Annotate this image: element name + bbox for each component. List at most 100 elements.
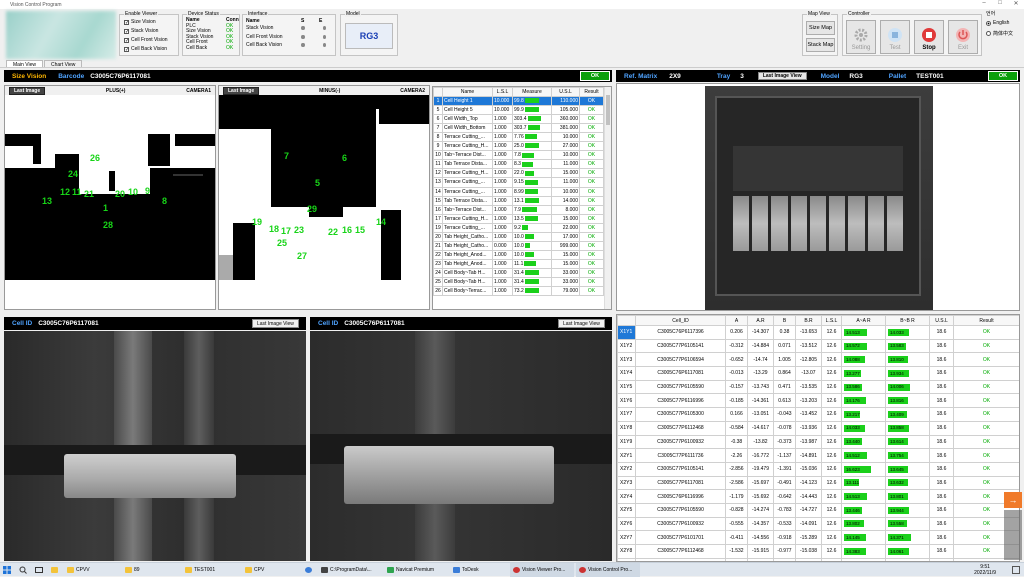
stack-last-image-button[interactable]: Last Image View bbox=[758, 72, 807, 80]
measure-row[interactable]: 8Terrace Cutting_...1.0007.7610.000OK bbox=[434, 133, 604, 142]
enable-size-vision-checkbox[interactable]: ✓Size Vision bbox=[124, 18, 178, 27]
start-button[interactable] bbox=[0, 563, 14, 577]
cell-b: 1.005 bbox=[774, 353, 796, 367]
measure-row[interactable]: 25Cell Body~Tab H...1.00031.433.000OK bbox=[434, 277, 604, 286]
language-english-radio[interactable]: English bbox=[986, 20, 1022, 26]
camera1-point-label: 9 bbox=[145, 186, 150, 196]
cell-row[interactable]: X1Y3C3005C77P6106594-0.652-14.741.005-12… bbox=[618, 353, 1020, 367]
taskbar-item[interactable]: Vision Control Pro... bbox=[576, 563, 640, 577]
measure-row[interactable]: 9Terrace Cutting_H...1.00025.027.000OK bbox=[434, 142, 604, 151]
measure-row[interactable]: 17Terrace Cutting_H...1.00013.515.000OK bbox=[434, 214, 604, 223]
cell-row[interactable]: X1Y2C3005C77P6105141-0.312-14.8840.071-1… bbox=[618, 339, 1020, 353]
measure-row[interactable]: 7Cell Width_Bottom1.000303.7381.000OK bbox=[434, 124, 604, 133]
taskbar-item[interactable]: TEST001 bbox=[182, 563, 240, 577]
taskbar-item[interactable]: Navicat Premium bbox=[384, 563, 448, 577]
taskbar-item-label: C:\ProgramData\... bbox=[330, 567, 372, 573]
measure-lsl: 1.000 bbox=[493, 232, 513, 241]
cell-id: C3005C76P6117081 bbox=[636, 367, 726, 381]
cell-back-label: Cell ID bbox=[318, 320, 338, 327]
interface-col-e: E bbox=[319, 18, 322, 24]
cell-row[interactable]: X1Y9C3005C77P6100932-0.38-13.82-0.373-13… bbox=[618, 435, 1020, 449]
cell-row[interactable]: X2Y5C3005C77P6105590-0.828-14.274-0.783-… bbox=[618, 503, 1020, 517]
test-button[interactable]: Test bbox=[880, 20, 910, 54]
notification-icon[interactable] bbox=[1012, 566, 1020, 574]
file-explorer-button[interactable] bbox=[48, 563, 62, 577]
cell-row[interactable]: X1Y5C3005C77P6105590-0.157-13.7430.471-1… bbox=[618, 380, 1020, 394]
cell-lsl: 12.6 bbox=[822, 503, 842, 517]
stop-button[interactable]: Stop bbox=[914, 20, 944, 54]
taskbar-item[interactable]: CPVV bbox=[64, 563, 120, 577]
side-panel-handle[interactable] bbox=[1004, 510, 1022, 560]
measure-row[interactable]: 5Cell Height 510.00099.9105.000OK bbox=[434, 106, 604, 115]
camera1-last-image-button[interactable]: Last Image bbox=[9, 87, 45, 95]
taskbar-item[interactable]: Vision Viewer Pro... bbox=[510, 563, 574, 577]
stack-map-button[interactable]: Stack Map bbox=[806, 38, 835, 52]
measure-table-scrollbar[interactable] bbox=[604, 87, 611, 309]
measure-col-usl: U.S.L bbox=[552, 88, 580, 97]
measure-row[interactable]: 1Cell Height 110.00099.8110.000OK bbox=[434, 97, 604, 106]
measure-row[interactable]: 11Tab Terrace Dista...1.0008.311.000OK bbox=[434, 160, 604, 169]
measure-row[interactable]: 21Tab Height_Catho...0.00010.0999.000OK bbox=[434, 241, 604, 250]
measure-row[interactable]: 13Terrace Cutting_...1.0009.1511.000OK bbox=[434, 178, 604, 187]
taskbar-item[interactable]: CPV bbox=[242, 563, 300, 577]
camera2-last-image-button[interactable]: Last Image bbox=[223, 87, 259, 95]
measure-index: 22 bbox=[434, 250, 443, 259]
enable-cell-front-checkbox[interactable]: ✓Cell Front Vision bbox=[124, 36, 178, 45]
cell-row[interactable]: X1Y4C3005C76P6117081-0.013-13.290.864-13… bbox=[618, 367, 1020, 381]
side-arrow-button[interactable]: → bbox=[1004, 492, 1022, 508]
search-button[interactable] bbox=[16, 563, 30, 577]
close-button[interactable]: ✕ bbox=[1008, 0, 1024, 7]
measure-row[interactable]: 16Tab~Terrace Dist...1.0007.98.000OK bbox=[434, 205, 604, 214]
measure-row[interactable]: 19Terrace Cutting_...1.0009.222.000OK bbox=[434, 223, 604, 232]
interface-title: Interface bbox=[247, 11, 268, 17]
cell-row[interactable]: X2Y6C3005C77P6100932-0.555-14.357-0.533-… bbox=[618, 517, 1020, 531]
edge-button[interactable] bbox=[302, 563, 316, 577]
taskbar-item[interactable]: C:\ProgramData\... bbox=[318, 563, 382, 577]
size-map-button[interactable]: Size Map bbox=[806, 21, 835, 35]
measure-row[interactable]: 15Tab Terrace Dista...1.00013.114.000OK bbox=[434, 196, 604, 205]
cell-row[interactable]: X1Y8C3005C77P6112468-0.584-14.617-0.078-… bbox=[618, 421, 1020, 435]
measure-row[interactable]: 14Terrace Cutting_...1.0008.9910.000OK bbox=[434, 187, 604, 196]
cell-row[interactable]: X2Y1C3005C77P6111736-2.26-16.772-1.137-1… bbox=[618, 449, 1020, 463]
cell-row[interactable]: X2Y2C3005C77P6105141-2.856-19.479-1.391-… bbox=[618, 462, 1020, 476]
cell-row[interactable]: X1Y6C3005C77P6116996-0.185-14.3610.613-1… bbox=[618, 394, 1020, 408]
cell-col-ar: A.R bbox=[748, 316, 774, 326]
measure-row[interactable]: 10Tab~Terrace Dist...1.0007.810.000OK bbox=[434, 151, 604, 160]
measure-result: OK bbox=[580, 133, 604, 142]
gear-icon bbox=[853, 27, 869, 43]
size-vision-result: OK bbox=[580, 71, 610, 81]
cell-row[interactable]: X2Y8C3005C77P6112468-1.532-15.915-0.977-… bbox=[618, 545, 1020, 559]
measure-lsl: 1.000 bbox=[493, 187, 513, 196]
measure-row[interactable]: 20Tab Height_Catho...1.00010.017.000OK bbox=[434, 232, 604, 241]
radio-label: 简体中文 bbox=[993, 30, 1013, 37]
cell-back-last-image-button[interactable]: Last Image View bbox=[558, 319, 605, 328]
cell-b: 0.38 bbox=[774, 326, 796, 340]
cell-row[interactable]: X1Y1C3005C76P61173960.206-14.3070.38-13.… bbox=[618, 326, 1020, 340]
measure-row[interactable]: 26Cell Body~Terrac...1.00073.279.000OK bbox=[434, 287, 604, 296]
taskbar-item[interactable]: ToDesk bbox=[450, 563, 508, 577]
cell-row[interactable]: X2Y3C3005C77P6117081-2.586-15.697-0.491-… bbox=[618, 476, 1020, 490]
taskbar-item[interactable]: 89 bbox=[122, 563, 180, 577]
cell-row[interactable]: X2Y7C3005C77P6101701-0.411-14.556-0.918-… bbox=[618, 531, 1020, 545]
measure-row[interactable]: 22Tab Height_Anod...1.00010.015.000OK bbox=[434, 250, 604, 259]
cell-row[interactable]: X1Y7C3005C77P61053000.166-13.051-0.043-1… bbox=[618, 408, 1020, 422]
measure-row[interactable]: 23Tab Height_Anod...1.00011.115.000OK bbox=[434, 259, 604, 268]
cell-bbr-cell: 13.583 bbox=[886, 339, 930, 353]
task-view-button[interactable] bbox=[32, 563, 46, 577]
cell-a: -0.38 bbox=[726, 435, 748, 449]
clock[interactable]: 9:51 2022/11/9 bbox=[974, 564, 996, 576]
measure-row[interactable]: 6Cell Width_Top1.000303.4360.000OK bbox=[434, 115, 604, 124]
enable-cell-back-checkbox[interactable]: ✓Cell Back Vision bbox=[124, 45, 178, 54]
maximize-button[interactable]: □ bbox=[992, 0, 1008, 7]
cell-row[interactable]: X2Y4C3005C76P6116996-1.179-15.692-0.642-… bbox=[618, 490, 1020, 504]
measure-row[interactable]: 12Terrace Cutting_H...1.00022.015.000OK bbox=[434, 169, 604, 178]
cell-front-last-image-button[interactable]: Last Image View bbox=[252, 319, 299, 328]
language-chinese-radio[interactable]: 简体中文 bbox=[986, 30, 1022, 37]
minimize-button[interactable]: – bbox=[976, 0, 992, 7]
enable-stack-vision-checkbox[interactable]: ✓Stack Vision bbox=[124, 27, 178, 36]
measure-row[interactable]: 24Cell Body~Tab H...1.00031.433.000OK bbox=[434, 268, 604, 277]
exit-button[interactable]: Exit bbox=[948, 20, 978, 54]
setting-button[interactable]: Setting bbox=[846, 20, 876, 54]
cell-result: OK bbox=[954, 435, 1020, 449]
measure-name: Terrace Cutting_H... bbox=[443, 214, 493, 223]
